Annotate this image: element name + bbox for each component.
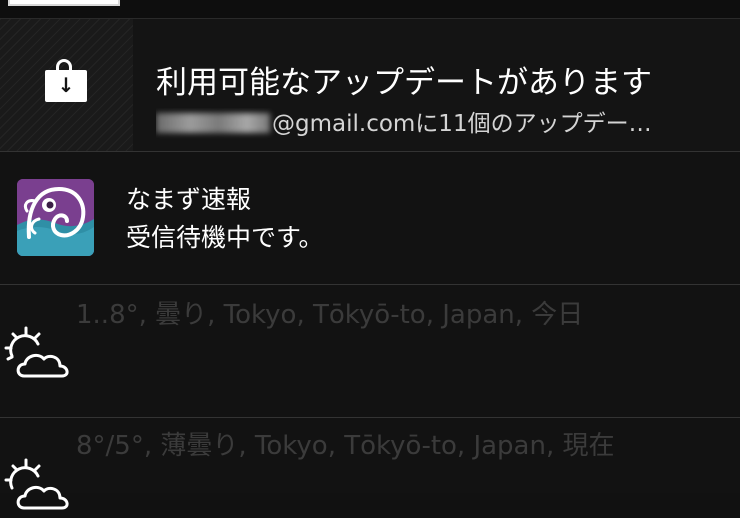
notification-title: 利用可能なアップデートがあります: [156, 65, 652, 101]
weather-forecast-text: 1..8°, 曇り, Tokyo, Tōkyō-to, Japan, 今日: [76, 300, 584, 330]
notification-weather-today[interactable]: 1..8°, 曇り, Tokyo, Tōkyō-to, Japan, 今日: [0, 285, 740, 418]
notification-namazu[interactable]: なまず速報 受信待機中です。: [0, 152, 740, 285]
partly-cloudy-icon: [4, 326, 69, 378]
previous-notification-icon-edge: [8, 0, 120, 6]
notification-subtitle: 受信待機中です。: [126, 223, 324, 252]
notification-icon-area: ↓: [0, 19, 133, 151]
previous-notification-edge: [0, 0, 740, 19]
redacted-email-mask: [156, 113, 270, 133]
store-bag-download-icon: ↓: [45, 70, 87, 102]
weather-current-text: 8°/5°, 薄曇り, Tokyo, Tōkyō-to, Japan, 現在: [76, 431, 615, 461]
partly-cloudy-icon: [4, 458, 69, 510]
notification-subtitle-text: @gmail.comに11個のアップデー…: [272, 111, 652, 137]
notification-subtitle: @gmail.comに11個のアップデー…: [156, 108, 716, 140]
notification-weather-current[interactable]: 8°/5°, 薄曇り, Tokyo, Tōkyō-to, Japan, 現在: [0, 418, 740, 510]
notification-app-updates[interactable]: ↓ 利用可能なアップデートがあります @gmail.comに11個のアップデー…: [0, 19, 740, 152]
namazu-catfish-app-icon: [17, 179, 94, 256]
notification-title: なまず速報: [126, 185, 252, 214]
